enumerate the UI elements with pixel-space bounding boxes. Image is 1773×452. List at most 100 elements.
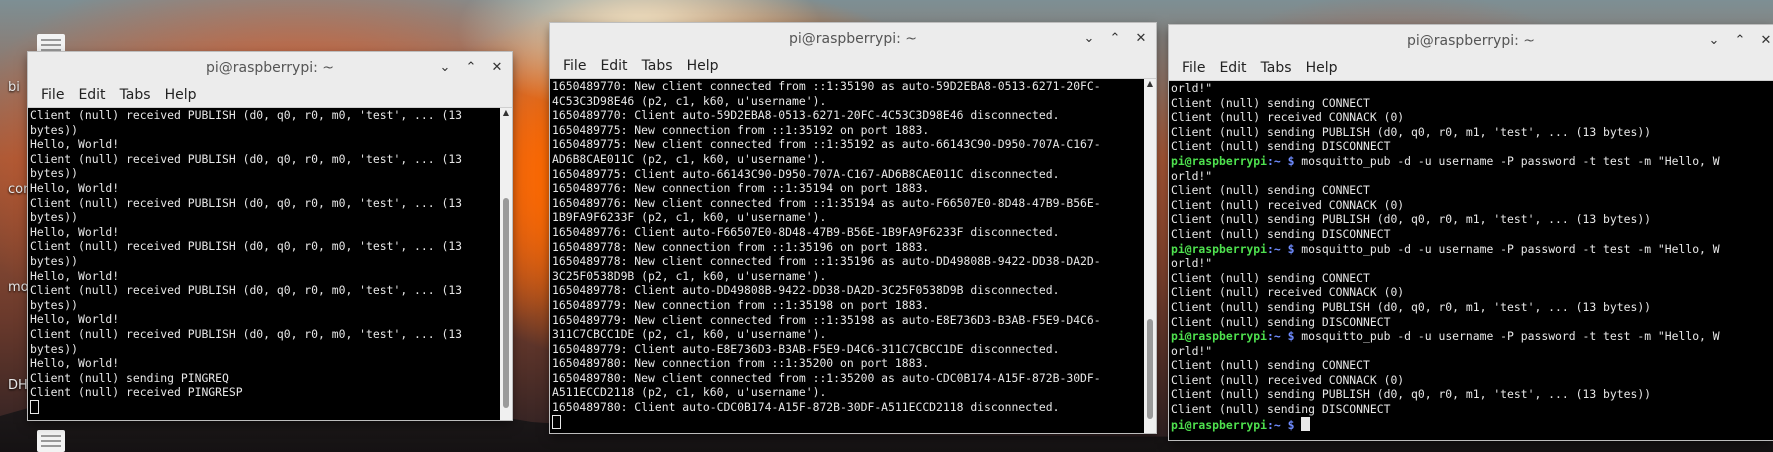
- minimize-icon[interactable]: ⌄: [1707, 33, 1721, 48]
- terminal-line: Hello, World!: [30, 137, 120, 152]
- terminal-line: orld!": [1171, 343, 1213, 358]
- terminal-line: bytes)): [30, 210, 79, 225]
- desktop-file-icon-2[interactable]: [37, 430, 65, 452]
- menu-tabs[interactable]: Tabs: [635, 58, 680, 74]
- terminal-line: bytes)): [30, 122, 79, 137]
- terminal-output[interactable]: Client (null) received PUBLISH (d0, q0, …: [28, 108, 500, 420]
- desktop-label-1: bi: [8, 80, 20, 95]
- terminal-line: 1650489770: Client auto-59D2EBA8-0513-62…: [552, 108, 1060, 123]
- menu-file[interactable]: File: [556, 58, 593, 74]
- terminal-line: 1650489770: New client connected from ::…: [552, 79, 1101, 93]
- menu-edit[interactable]: Edit: [1212, 60, 1253, 76]
- menu-help[interactable]: Help: [680, 58, 726, 74]
- menu-file[interactable]: File: [34, 87, 71, 103]
- terminal-line: Client (null) sending PUBLISH (d0, q0, r…: [1171, 124, 1652, 139]
- prompt-path: :~ $: [1267, 153, 1295, 168]
- terminal-line: Client (null) received PINGRESP: [30, 385, 243, 400]
- desktop-label-3: mo: [8, 280, 29, 295]
- terminal-line: 1650489775: New client connected from ::…: [552, 137, 1101, 152]
- window-title: pi@raspberrypi: ~: [788, 30, 918, 47]
- close-icon[interactable]: ✕: [1134, 31, 1148, 46]
- terminal-line: Hello, World!: [30, 180, 120, 195]
- terminal-line: 1650489780: New client connected from ::…: [552, 370, 1101, 385]
- terminal-line: Client (null) sending PUBLISH (d0, q0, r…: [1171, 299, 1652, 314]
- menu-tabs[interactable]: Tabs: [1254, 60, 1299, 76]
- prompt-user: pi@raspberrypi: [1171, 417, 1268, 432]
- window-titlebar[interactable]: pi@raspberrypi: ~ ⌄ ⌃ ✕: [1169, 25, 1773, 56]
- terminal-line: Client (null) sending PINGREQ: [30, 370, 229, 385]
- prompt-line: pi@raspberrypi:~ $ mosquitto_pub -d -u u…: [1171, 154, 1773, 169]
- terminal-line: bytes)): [30, 166, 79, 181]
- terminal-line: 1650489775: Client auto-66143C90-D950-70…: [552, 166, 1060, 181]
- terminal-line: AD6B8CAE011C (p2, c1, k60, u'username').: [552, 151, 827, 166]
- terminal-line: bytes)): [30, 297, 79, 312]
- terminal-line: 1B9FA9F6233F (p2, c1, k60, u'username').: [552, 210, 827, 225]
- text-cursor: [30, 399, 39, 414]
- prompt-user: pi@raspberrypi: [1171, 329, 1268, 344]
- window-title: pi@raspberrypi: ~: [1406, 32, 1536, 49]
- text-cursor: [1301, 416, 1311, 431]
- menubar: File Edit Tabs Help: [28, 83, 512, 108]
- terminal-line: Client (null) received PUBLISH (d0, q0, …: [30, 108, 463, 122]
- maximize-icon[interactable]: ⌃: [1108, 31, 1122, 46]
- menu-file[interactable]: File: [1175, 60, 1212, 76]
- terminal-line: 1650489779: New client connected from ::…: [552, 312, 1101, 327]
- prompt-user: pi@raspberrypi: [1171, 153, 1268, 168]
- terminal-line: 1650489778: New connection from ::1:3519…: [552, 239, 930, 254]
- menu-edit[interactable]: Edit: [593, 58, 634, 74]
- terminal-line: orld!": [1171, 256, 1213, 271]
- text-cursor: [552, 414, 561, 429]
- window-title: pi@raspberrypi: ~: [205, 59, 335, 76]
- scrollbar[interactable]: ▲: [500, 108, 512, 420]
- scrollbar[interactable]: ▲: [1144, 79, 1156, 433]
- minimize-icon[interactable]: ⌄: [1082, 31, 1096, 46]
- terminal-line: 1650489778: Client auto-DD49808B-9422-DD…: [552, 283, 1060, 298]
- terminal-output[interactable]: orld!" Client (null) sending CONNECT Clien…: [1169, 81, 1773, 440]
- terminal-line: 1650489776: New connection from ::1:3519…: [552, 181, 930, 196]
- terminal-line: Hello, World!: [30, 356, 120, 371]
- menu-help[interactable]: Help: [1299, 60, 1345, 76]
- terminal-line: 1650489779: Client auto-E8E736D3-B3AB-F5…: [552, 341, 1060, 356]
- prompt-line: pi@raspberrypi:~ $ mosquitto_pub -d -u u…: [1171, 242, 1773, 257]
- terminal-line: 1650489775: New connection from ::1:3519…: [552, 122, 930, 137]
- terminal-line: Client (null) sending PUBLISH (d0, q0, r…: [1171, 212, 1652, 227]
- window-titlebar[interactable]: pi@raspberrypi: ~ ⌄ ⌃ ✕: [550, 23, 1156, 54]
- menu-tabs[interactable]: Tabs: [113, 87, 158, 103]
- terminal-cursor-line: [552, 414, 1144, 430]
- terminal-window-2[interactable]: pi@raspberrypi: ~ ⌄ ⌃ ✕ File Edit Tabs H…: [550, 23, 1156, 433]
- terminal-line: Client (null) received PUBLISH (d0, q0, …: [30, 326, 463, 341]
- scrollbar-thumb[interactable]: [503, 198, 509, 408]
- terminal-line: Client (null) received CONNACK (0): [1171, 197, 1405, 212]
- window-titlebar[interactable]: pi@raspberrypi: ~ ⌄ ⌃ ✕: [28, 52, 512, 83]
- menu-help[interactable]: Help: [158, 87, 204, 103]
- terminal-line: orld!": [1171, 81, 1213, 95]
- terminal-line: 3C25F0538D9B (p2, c1, k60, u'username').: [552, 268, 827, 283]
- terminal-window-1[interactable]: pi@raspberrypi: ~ ⌄ ⌃ ✕ File Edit Tabs H…: [28, 52, 512, 420]
- terminal-line: Client (null) received PUBLISH (d0, q0, …: [30, 283, 463, 298]
- terminal-line: Client (null) received PUBLISH (d0, q0, …: [30, 239, 463, 254]
- terminal-line: Client (null) received CONNACK (0): [1171, 110, 1405, 125]
- close-icon[interactable]: ✕: [490, 60, 504, 75]
- command-text: mosquitto_pub -d -u username -P password…: [1294, 241, 1720, 256]
- terminal-line: Hello, World!: [30, 268, 120, 283]
- terminal-output[interactable]: 1650489770: New client connected from ::…: [550, 79, 1144, 433]
- terminal-line: Client (null) sending DISCONNECT: [1171, 314, 1391, 329]
- maximize-icon[interactable]: ⌃: [464, 60, 478, 75]
- terminal-line: Client (null) sending DISCONNECT: [1171, 226, 1391, 241]
- terminal-line: Client (null) sending CONNECT: [1171, 358, 1370, 373]
- maximize-icon[interactable]: ⌃: [1733, 33, 1747, 48]
- terminal-line: 311C7CBCC1DE (p2, c1, k60, u'username').: [552, 327, 827, 342]
- scrollbar-thumb[interactable]: [1147, 319, 1153, 419]
- close-icon[interactable]: ✕: [1759, 33, 1773, 48]
- terminal-window-3[interactable]: pi@raspberrypi: ~ ⌄ ⌃ ✕ File Edit Tabs H…: [1169, 25, 1773, 440]
- terminal-line: Client (null) received PUBLISH (d0, q0, …: [30, 151, 463, 166]
- terminal-line: Client (null) sending CONNECT: [1171, 95, 1370, 110]
- terminal-line: 1650489778: New client connected from ::…: [552, 254, 1101, 269]
- terminal-line: Client (null) received CONNACK (0): [1171, 285, 1405, 300]
- terminal-line: Client (null) received PUBLISH (d0, q0, …: [30, 195, 463, 210]
- minimize-icon[interactable]: ⌄: [438, 60, 452, 75]
- scroll-up-icon[interactable]: ▲: [500, 108, 512, 118]
- scroll-up-icon[interactable]: ▲: [1144, 79, 1156, 89]
- menu-edit[interactable]: Edit: [71, 87, 112, 103]
- terminal-line: Client (null) sending DISCONNECT: [1171, 139, 1391, 154]
